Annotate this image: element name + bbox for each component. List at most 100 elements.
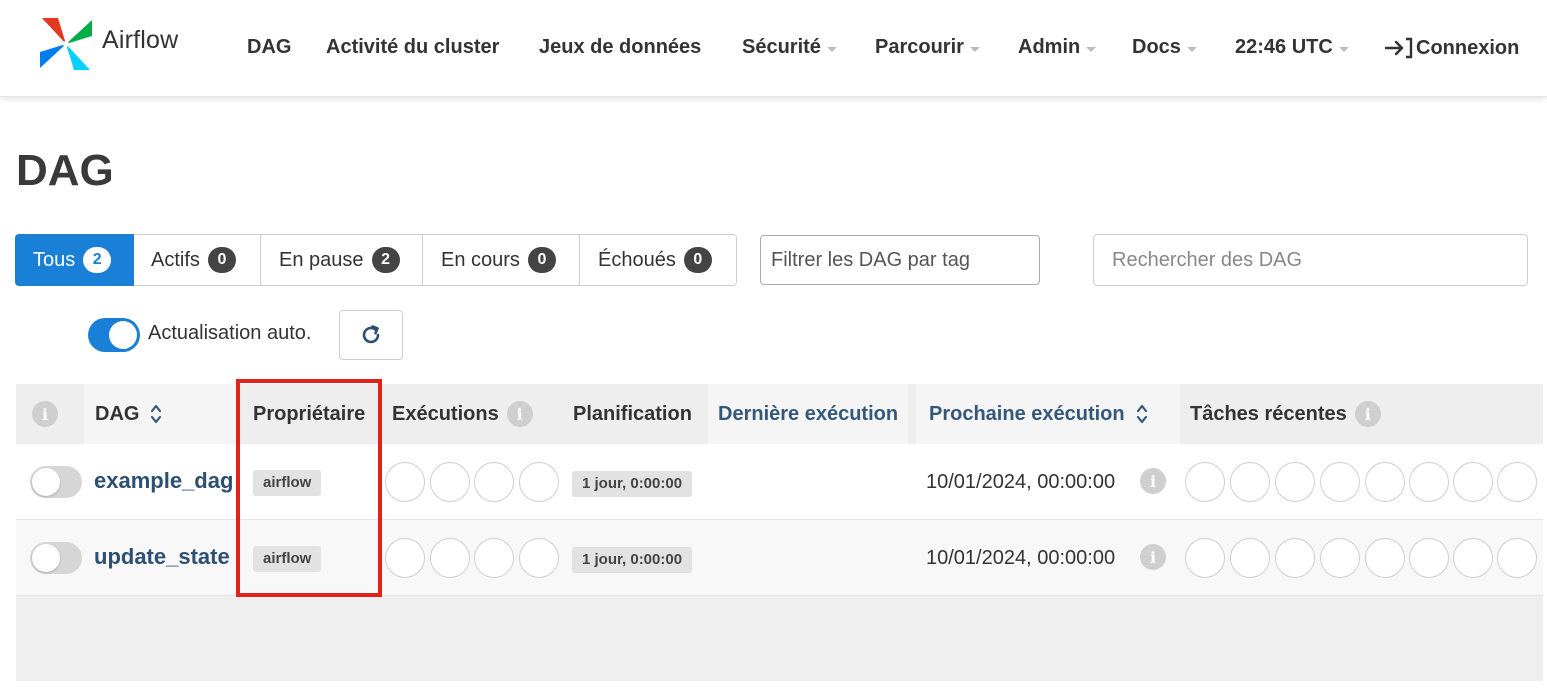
header-next-run[interactable]: Prochaine exécution (929, 384, 1149, 444)
run-status-circle[interactable] (474, 538, 514, 578)
run-status-circle[interactable] (385, 538, 425, 578)
dag-link[interactable]: update_state (94, 544, 230, 570)
nav-security-label: Sécurité (742, 36, 821, 58)
nav-security[interactable]: Sécurité (742, 36, 837, 59)
nav-cluster-activity-label: Activité du cluster (326, 36, 500, 58)
nav-datasets-label: Jeux de données (539, 36, 702, 58)
dag-pause-toggle[interactable] (30, 466, 82, 498)
filter-all-button[interactable]: Tous 2 (15, 234, 134, 286)
filter-failed-button[interactable]: Échoués 0 (580, 234, 737, 286)
nav-admin-label: Admin (1018, 36, 1081, 58)
search-dag-input[interactable] (1093, 234, 1528, 286)
run-status-circle[interactable] (519, 462, 559, 502)
task-status-circle[interactable] (1497, 462, 1537, 502)
chevron-down-icon (1086, 47, 1097, 52)
chevron-down-icon (826, 47, 837, 52)
nav-dag[interactable]: DAG (247, 36, 291, 59)
chevron-down-icon (1186, 47, 1197, 52)
task-status-circle[interactable] (1453, 462, 1493, 502)
next-run-value: 10/01/2024, 00:00:00 (926, 471, 1116, 493)
refresh-icon (362, 325, 380, 344)
tag-filter-input[interactable] (760, 235, 1040, 285)
run-status-circle[interactable] (430, 462, 470, 502)
task-status-circle[interactable] (1185, 462, 1225, 502)
filter-all-label: Tous (33, 248, 76, 271)
info-icon[interactable]: i (1140, 544, 1166, 570)
chevron-down-icon (969, 47, 980, 52)
nav-login[interactable]: Connexion (1384, 36, 1519, 60)
task-status-circle[interactable] (1409, 462, 1449, 502)
refresh-button[interactable] (339, 310, 403, 360)
header-info[interactable]: i (32, 384, 58, 444)
task-status-circle[interactable] (1497, 538, 1537, 578)
task-status-circle[interactable] (1365, 538, 1405, 578)
filter-paused-button[interactable]: En pause 2 (261, 234, 423, 286)
filter-paused-label: En pause (279, 248, 364, 271)
header-next-run-label: Prochaine exécution (929, 402, 1125, 425)
filter-running-button[interactable]: En cours 0 (423, 234, 580, 286)
brand[interactable]: Airflow (36, 14, 178, 74)
auto-refresh-toggle[interactable] (88, 318, 140, 352)
header-runs-label: Exécutions (392, 402, 499, 425)
filter-running-count: 0 (527, 247, 556, 273)
login-icon (1384, 36, 1414, 60)
info-icon[interactable]: i (506, 401, 533, 427)
nav-time-label: 22:46 UTC (1235, 36, 1333, 58)
task-status-circle[interactable] (1365, 462, 1405, 502)
task-status-circle[interactable] (1453, 538, 1493, 578)
task-status-circle[interactable] (1409, 538, 1449, 578)
page-title: DAG (16, 146, 114, 195)
run-status-circle[interactable] (385, 462, 425, 502)
header-owner: Propriétaire (253, 384, 365, 444)
schedule-tag[interactable]: 1 jour, 0:00:00 (572, 547, 693, 573)
task-status-circle[interactable] (1275, 538, 1315, 578)
nav-datasets[interactable]: Jeux de données (539, 36, 701, 59)
filter-failed-count: 0 (683, 247, 712, 273)
nav-docs[interactable]: Docs (1132, 36, 1197, 59)
info-icon[interactable]: i (1354, 401, 1381, 427)
brand-name: Airflow (102, 25, 179, 54)
run-status-circle[interactable] (430, 538, 470, 578)
header-schedule-label: Planification (573, 402, 692, 425)
header-runs: Exécutions i (392, 384, 533, 444)
header-last-run[interactable]: Dernière exécution (718, 384, 898, 444)
task-status-circle[interactable] (1320, 538, 1360, 578)
dag-pause-toggle[interactable] (30, 542, 82, 574)
owner-tag[interactable]: airflow (253, 470, 322, 496)
task-status-circle[interactable] (1230, 538, 1270, 578)
owner-tag[interactable]: airflow (253, 546, 322, 572)
schedule-tag[interactable]: 1 jour, 0:00:00 (572, 471, 693, 497)
status-filter-group: Tous 2 Actifs 0 En pause 2 En cours 0 Éc… (15, 234, 737, 286)
dag-table: i DAG Propriétaire Exécutions i Planific… (16, 384, 1543, 681)
table-header: i DAG Propriétaire Exécutions i Planific… (16, 384, 1543, 444)
header-dag-label: DAG (95, 402, 140, 425)
filter-active-button[interactable]: Actifs 0 (134, 234, 261, 286)
filter-failed-label: Échoués (598, 248, 676, 271)
filter-all-count: 2 (83, 247, 112, 273)
header-owner-label: Propriétaire (253, 402, 366, 425)
next-run-value: 10/01/2024, 00:00:00 (926, 547, 1116, 569)
sort-icon (1135, 402, 1149, 426)
airflow-logo-icon (40, 18, 92, 70)
header-recent-tasks: Tâches récentes i (1190, 384, 1381, 444)
task-status-circle[interactable] (1320, 462, 1360, 502)
dag-link[interactable]: example_dag (94, 468, 233, 494)
chevron-down-icon (1338, 47, 1349, 52)
filter-active-label: Actifs (151, 248, 200, 271)
task-status-circle[interactable] (1275, 462, 1315, 502)
nav-cluster-activity[interactable]: Activité du cluster (326, 36, 499, 59)
nav-browse[interactable]: Parcourir (875, 36, 980, 59)
toggle-knob (32, 468, 60, 496)
navbar: Airflow DAG Activité du cluster Jeux de … (0, 0, 1547, 97)
nav-admin[interactable]: Admin (1018, 36, 1097, 59)
filter-active-count: 0 (207, 247, 236, 273)
filter-paused-count: 2 (371, 247, 400, 273)
task-status-circle[interactable] (1185, 538, 1225, 578)
header-dag[interactable]: DAG (95, 384, 163, 444)
run-status-circle[interactable] (474, 462, 514, 502)
nav-time[interactable]: 22:46 UTC (1235, 36, 1349, 59)
run-status-circle[interactable] (519, 538, 559, 578)
header-schedule: Planification (573, 384, 692, 444)
task-status-circle[interactable] (1230, 462, 1270, 502)
info-icon[interactable]: i (1140, 468, 1166, 494)
